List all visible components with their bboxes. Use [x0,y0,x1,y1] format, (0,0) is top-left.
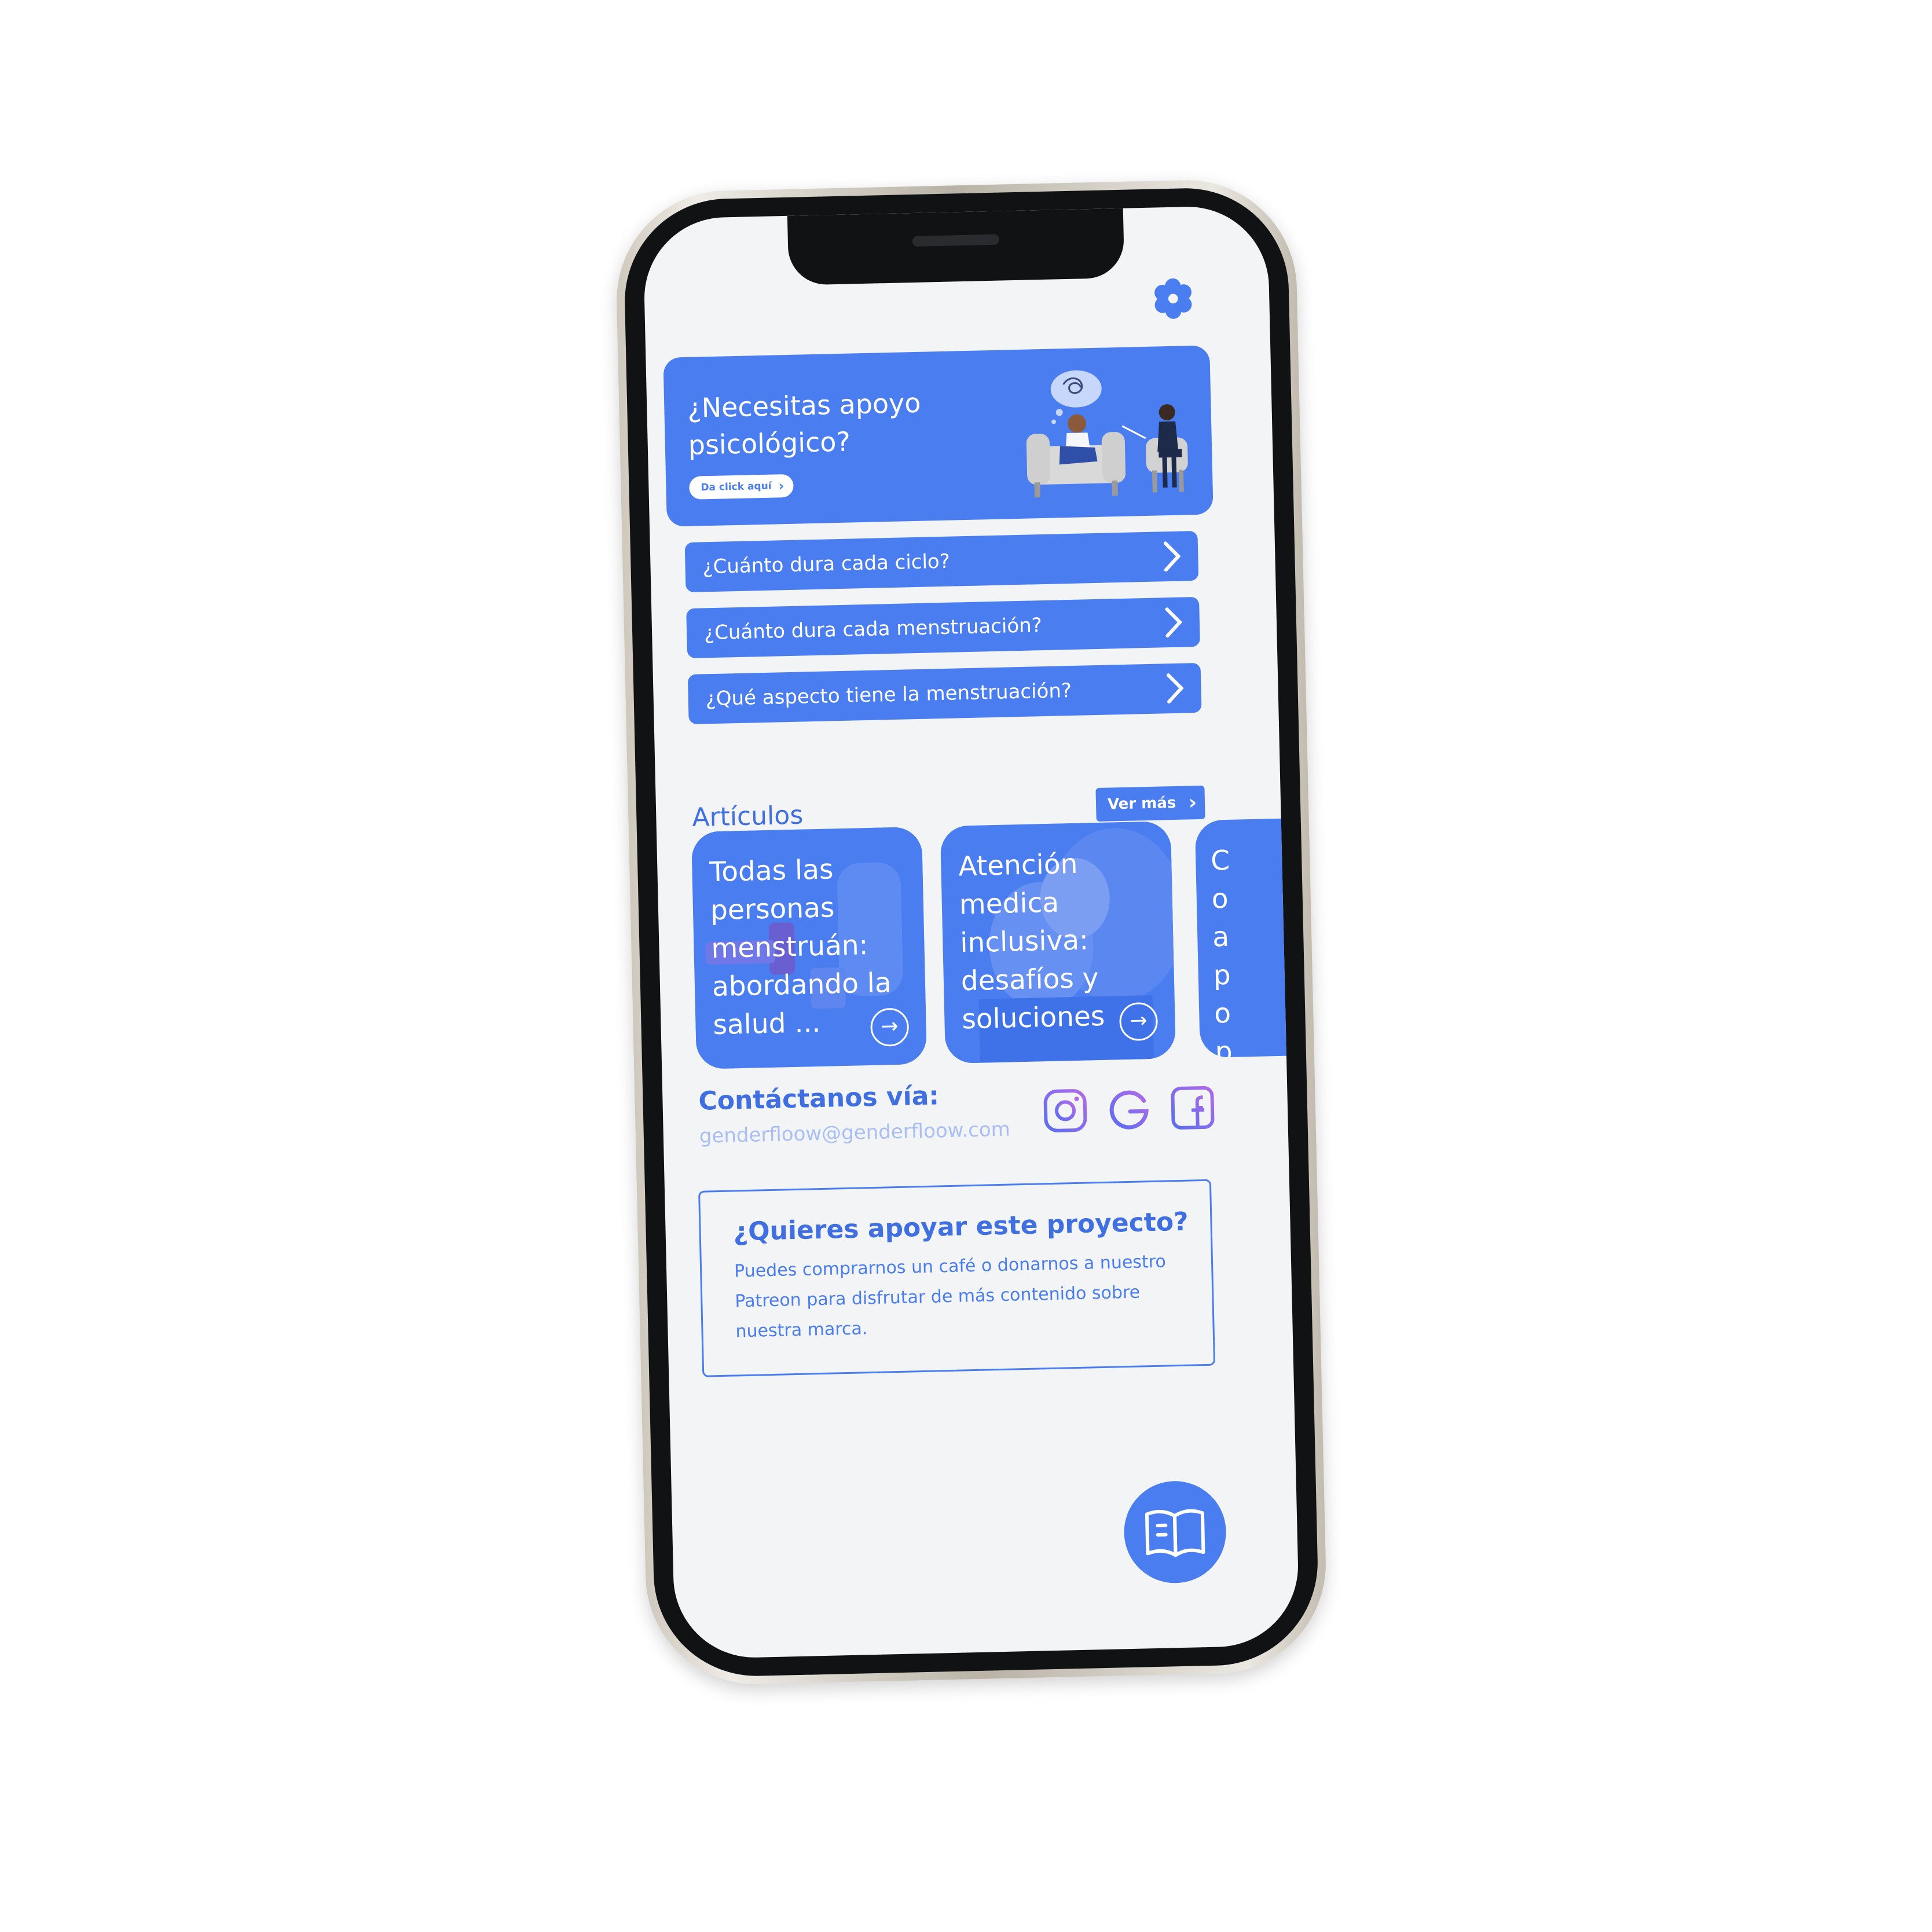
faq-label: ¿Cuánto dura cada ciclo? [702,549,951,579]
chevron-right-icon [1163,541,1181,572]
therapy-session-illustration [1026,370,1188,498]
app-screen: ¿Necesitas apoyo psicológico? Da click a… [642,205,1300,1659]
articles-fab-button[interactable] [1123,1480,1227,1585]
support-title: ¿Quieres apoyar este proyecto? [733,1207,1189,1247]
support-description: Puedes comprarnos un café o donarnos a n… [734,1251,1167,1342]
faq-label: ¿Qué aspecto tiene la menstruación? [705,679,1072,711]
faq-item-cycle-length[interactable]: ¿Cuánto dura cada ciclo? [684,530,1199,593]
see-more-label: Ver más [1107,794,1176,813]
chevron-right-icon [1167,673,1184,704]
articles-heading: Artículos [691,800,804,833]
article-card[interactable]: Todas las personas menstruán: abordando … [691,826,927,1069]
settings-gear-icon[interactable] [1150,276,1196,321]
phone-notch [787,208,1124,285]
phone-mockup: ¿Necesitas apoyo psicológico? Da click a… [614,178,1329,1687]
google-icon[interactable] [1105,1086,1153,1133]
article-title: Co ap op ges me [1210,844,1233,1058]
support-project-box[interactable]: ¿Quieres apoyar este proyecto? Puedes co… [698,1179,1216,1377]
chevron-right-icon [1165,607,1183,638]
article-card[interactable]: Atención medica inclusiva: desafíos y so… [940,821,1176,1064]
instagram-icon[interactable] [1042,1087,1089,1134]
faq-item-period-appearance[interactable]: ¿Qué aspecto tiene la menstruación? [687,662,1202,724]
psychological-support-banner[interactable]: ¿Necesitas apoyo psicológico? Da click a… [663,345,1214,527]
contact-heading: Contáctanos vía: [698,1081,940,1116]
facebook-icon[interactable] [1169,1084,1216,1132]
faq-item-period-length[interactable]: ¿Cuánto dura cada menstruación? [686,596,1200,659]
faq-label: ¿Cuánto dura cada menstruación? [703,614,1043,645]
contact-email[interactable]: genderfloow@genderfloow.com [699,1118,1010,1148]
click-here-button[interactable]: Da click aquí › [689,474,794,500]
open-book-icon [1145,1509,1205,1557]
banner-title: ¿Necesitas apoyo psicológico? [687,387,922,461]
chevron-right-icon: › [1188,791,1197,815]
see-more-button[interactable]: Ver más › [1095,785,1205,822]
speaker-grille [912,234,999,247]
chevron-right-icon: › [778,478,784,494]
click-here-label: Da click aquí [701,480,772,494]
